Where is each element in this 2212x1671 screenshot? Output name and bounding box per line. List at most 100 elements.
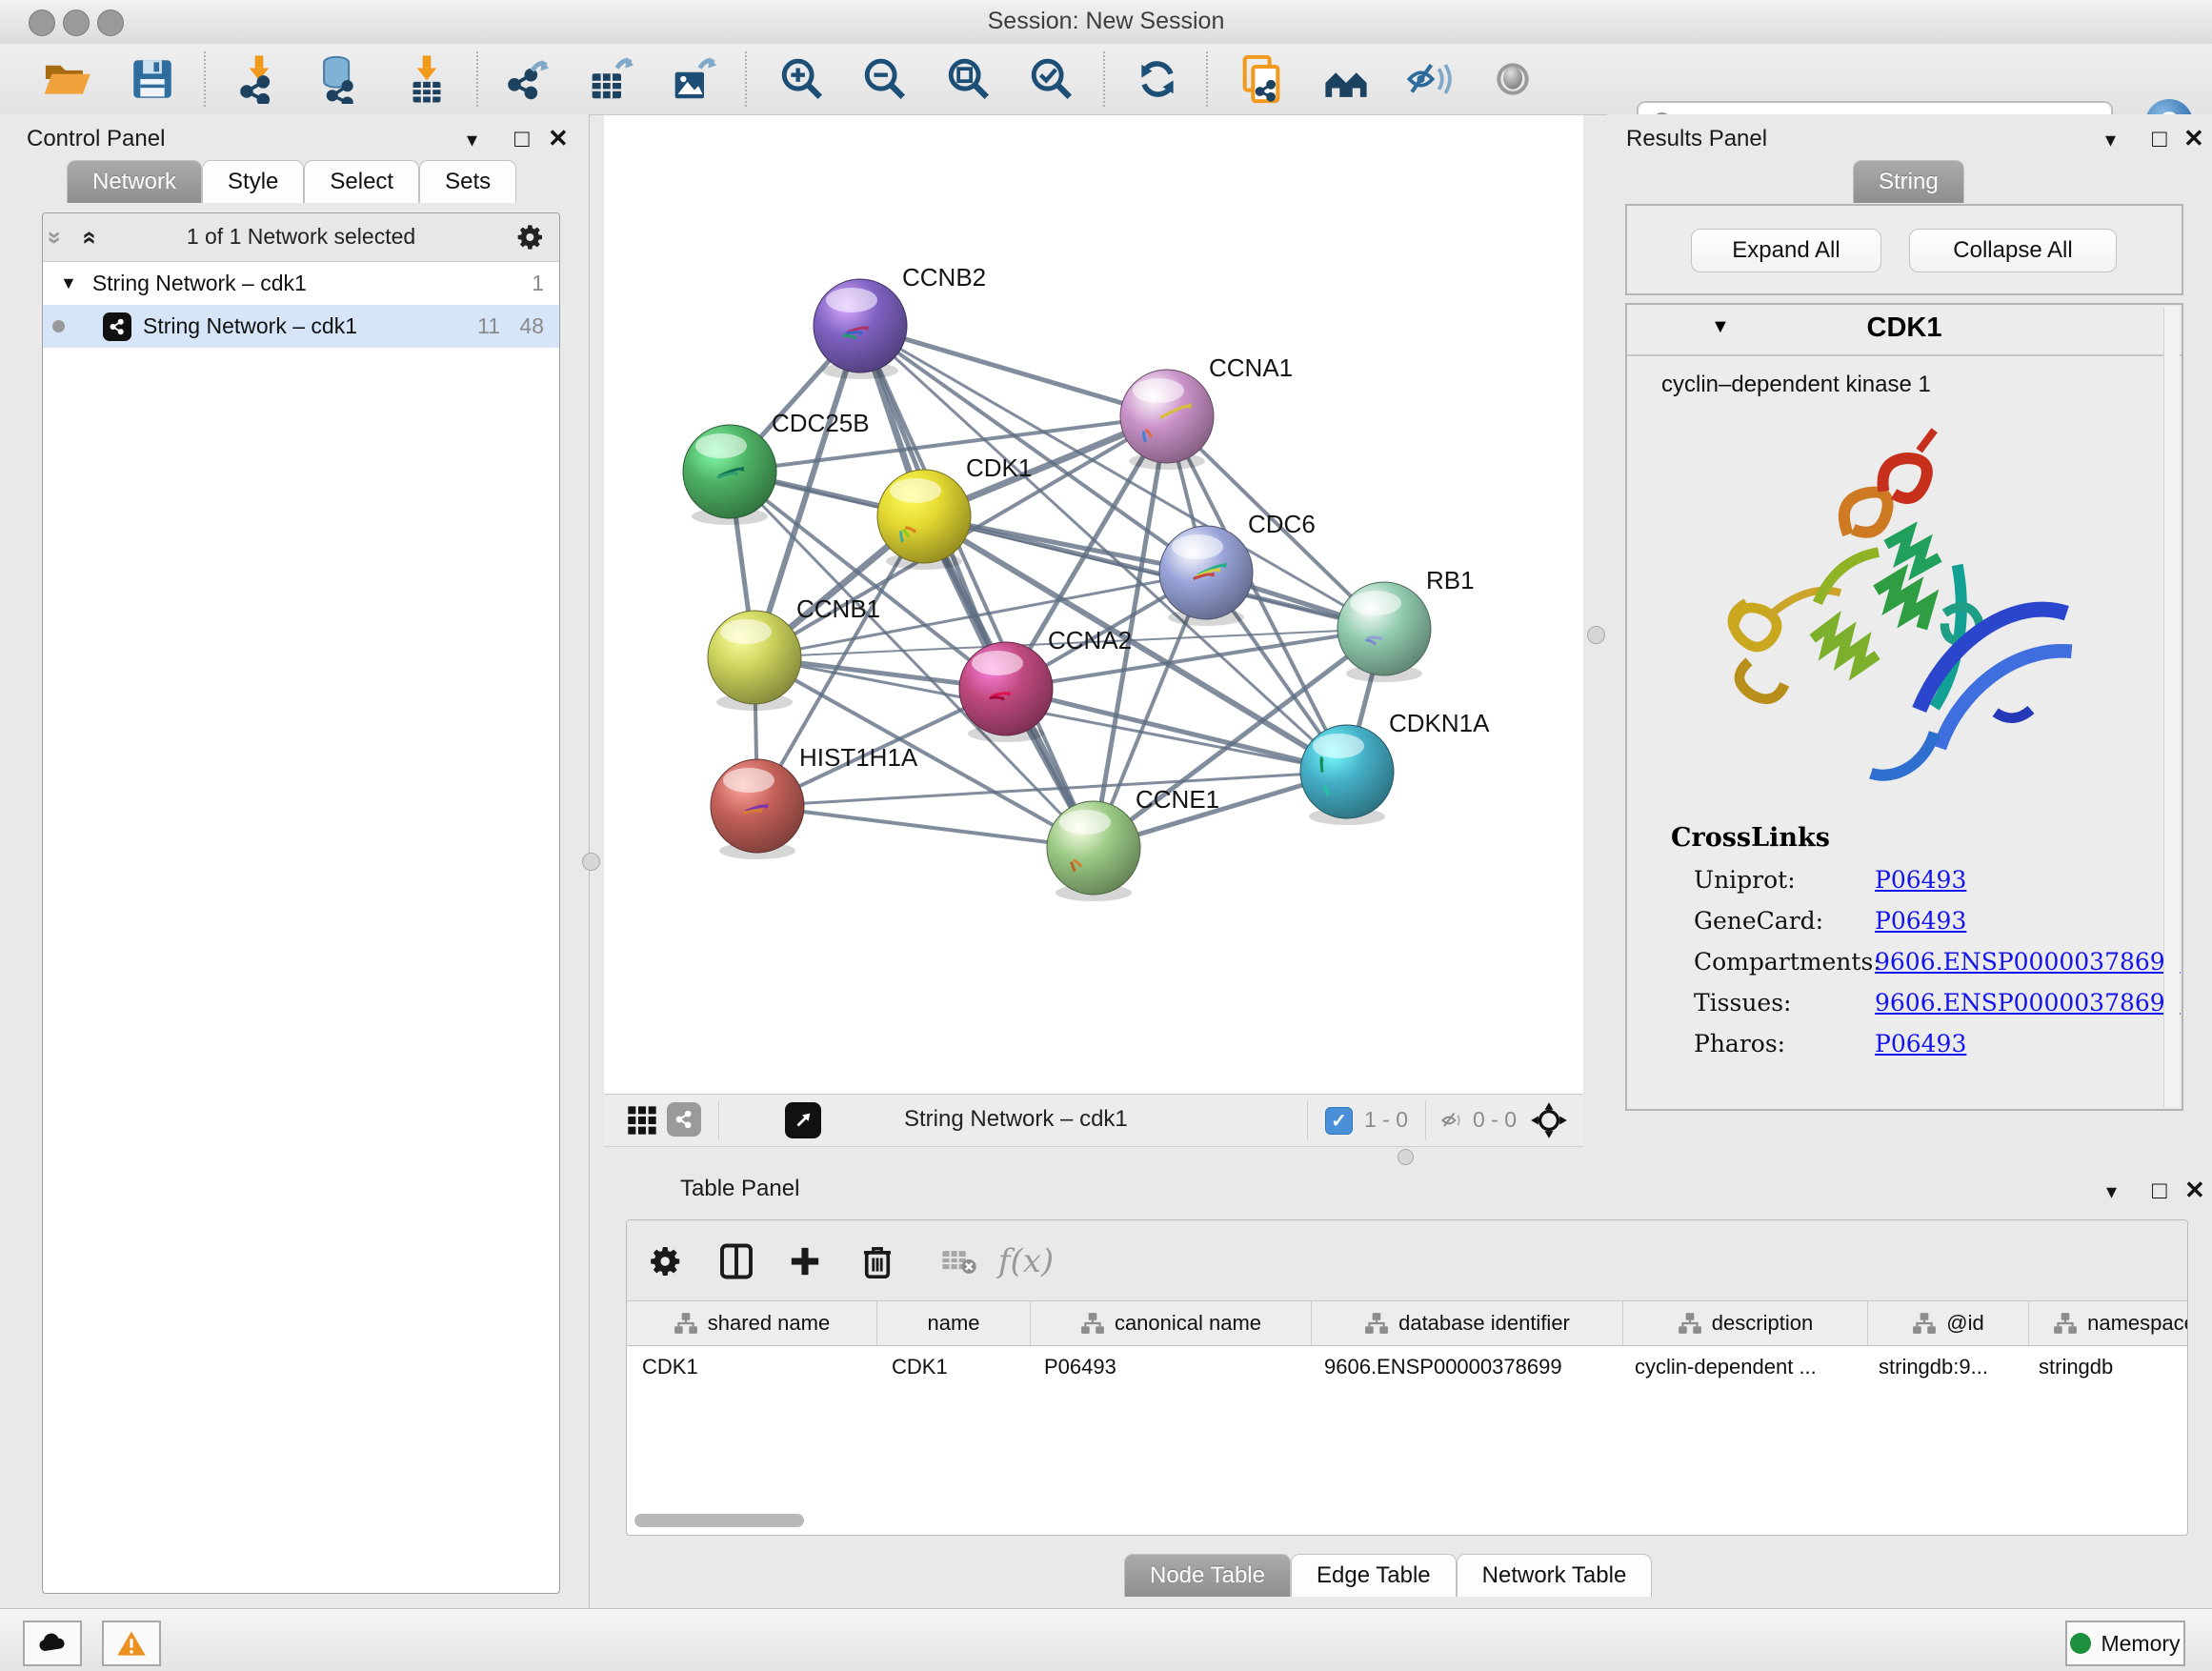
import-table-file-button[interactable] xyxy=(400,52,453,106)
create-column-plus-icon[interactable] xyxy=(779,1236,831,1287)
column-header-namespace[interactable]: namespace xyxy=(2029,1301,2188,1345)
fit-content-crosshair-icon[interactable] xyxy=(1530,1101,1568,1139)
column-header-description[interactable]: description xyxy=(1623,1301,1868,1345)
network-node-RB1[interactable]: RB1 xyxy=(1337,566,1475,682)
table-cell[interactable]: stringdb:9... xyxy=(1863,1346,2023,1388)
string-home-button[interactable] xyxy=(1319,52,1373,106)
network-node-CDK1[interactable]: CDK1 xyxy=(877,453,1032,570)
network-from-clipboard-button[interactable] xyxy=(1235,52,1288,106)
refresh-button[interactable] xyxy=(1131,52,1184,106)
table-cell[interactable]: cyclin-dependent ... xyxy=(1619,1346,1863,1388)
export-network-icon xyxy=(502,54,552,104)
network-node-HIST1H1A[interactable]: HIST1H1A xyxy=(711,743,918,859)
export-image-button[interactable] xyxy=(665,52,718,106)
network-view-share-icon[interactable] xyxy=(667,1102,701,1137)
network-collection-row[interactable]: ▼ String Network – cdk1 1 xyxy=(43,262,559,305)
float-panel-icon[interactable]: ▾ xyxy=(467,130,477,151)
network-canvas[interactable]: CCNB2CCNA1CDC25BCDK1CDC6RB1CCNB1CCNA2CDK… xyxy=(604,114,1583,1095)
import-network-database-button[interactable] xyxy=(312,52,366,106)
import-network-file-button[interactable] xyxy=(232,52,286,106)
column-header-database-identifier[interactable]: database identifier xyxy=(1312,1301,1623,1345)
right-splitter-handle[interactable] xyxy=(1587,626,1605,644)
column-header-name[interactable]: name xyxy=(877,1301,1031,1345)
delete-table-icon[interactable] xyxy=(934,1236,985,1287)
maximize-panel-icon[interactable]: □ xyxy=(2152,1178,2167,1202)
maximize-panel-icon[interactable]: □ xyxy=(2152,126,2167,151)
network-node-CDKN1A[interactable]: CDKN1A xyxy=(1300,709,1490,825)
table-cell[interactable]: stringdb xyxy=(2023,1346,2188,1388)
import-database-icon xyxy=(314,54,364,104)
tab-sets[interactable]: Sets xyxy=(419,160,516,203)
left-splitter-handle[interactable] xyxy=(582,853,600,871)
network-node-CCNA1[interactable]: CCNA1 xyxy=(1120,353,1293,470)
tab-network[interactable]: Network xyxy=(67,160,202,203)
open-session-button[interactable] xyxy=(40,52,93,106)
gene-header-row[interactable]: ▼ CDK1 xyxy=(1627,305,2182,356)
tab-network-table[interactable]: Network Table xyxy=(1457,1554,1653,1597)
tree-expand-icon[interactable]: ▼ xyxy=(60,273,77,293)
network-type-icon xyxy=(103,312,131,341)
table-cell[interactable]: P06493 xyxy=(1029,1346,1309,1388)
table-cell[interactable]: CDK1 xyxy=(876,1346,1029,1388)
birds-eye-view-icon[interactable] xyxy=(785,1102,821,1138)
uniprot-link[interactable]: P06493 xyxy=(1875,866,1966,894)
delete-column-trash-icon[interactable] xyxy=(852,1236,903,1287)
toggle-view-button[interactable] xyxy=(1486,52,1539,106)
network-options-gear-icon[interactable] xyxy=(515,222,546,252)
column-header-shared-name[interactable]: shared name xyxy=(627,1301,877,1345)
memory-button[interactable]: Memory xyxy=(2065,1621,2185,1666)
save-session-button[interactable] xyxy=(126,52,179,106)
show-columns-icon[interactable] xyxy=(711,1236,762,1287)
table-cell[interactable]: CDK1 xyxy=(627,1346,876,1388)
string-network-graph: CCNB2CCNA1CDC25BCDK1CDC6RB1CCNB1CCNA2CDK… xyxy=(604,115,1583,1095)
export-network-button[interactable] xyxy=(500,52,553,106)
zoom-out-button[interactable] xyxy=(858,52,912,106)
selected-checkbox-icon[interactable]: ✓ xyxy=(1325,1107,1353,1135)
table-cell[interactable]: 9606.ENSP00000378699 xyxy=(1309,1346,1619,1388)
expand-all-button[interactable]: Expand All xyxy=(1691,229,1881,272)
function-builder-button[interactable]: f(x) xyxy=(1000,1236,1052,1287)
node-table-box: f(x) shared namenamecanonical namedataba… xyxy=(626,1219,2188,1536)
svg-text:HIST1H1A: HIST1H1A xyxy=(799,743,918,772)
column-header-canonical-name[interactable]: canonical name xyxy=(1031,1301,1312,1345)
close-panel-icon[interactable]: ✕ xyxy=(2184,1178,2205,1202)
column-type-icon xyxy=(674,1312,698,1335)
export-table-button[interactable] xyxy=(582,52,635,106)
table-row[interactable]: CDK1CDK1P064939606.ENSP00000378699cyclin… xyxy=(627,1346,2187,1388)
collapse-all-button[interactable]: Collapse All xyxy=(1909,229,2117,272)
genecard-link[interactable]: P06493 xyxy=(1875,907,1966,935)
zoom-in-button[interactable] xyxy=(775,52,829,106)
float-panel-icon[interactable]: ▾ xyxy=(2105,130,2116,151)
grid-view-icon[interactable] xyxy=(627,1105,657,1136)
pharos-link[interactable]: P06493 xyxy=(1875,1030,1966,1057)
float-panel-icon[interactable]: ▾ xyxy=(2106,1181,2117,1202)
compartments-link[interactable]: 9606.ENSP00000378699 xyxy=(1875,948,2181,976)
tab-edge-table[interactable]: Edge Table xyxy=(1291,1554,1457,1597)
toolbar-separator xyxy=(1307,1100,1308,1140)
close-panel-icon[interactable]: ✕ xyxy=(548,126,569,151)
title-bar: Session: New Session xyxy=(0,0,2212,45)
cloud-status-button[interactable] xyxy=(23,1621,82,1666)
tab-node-table[interactable]: Node Table xyxy=(1124,1554,1291,1597)
zoom-fit-button[interactable] xyxy=(942,52,995,106)
tab-string[interactable]: String xyxy=(1853,160,1964,203)
close-panel-icon[interactable]: ✕ xyxy=(2183,126,2204,151)
collection-label: String Network – cdk1 xyxy=(92,271,307,296)
hide-unhide-button[interactable] xyxy=(1403,52,1457,106)
bottom-splitter-handle[interactable] xyxy=(1398,1149,1414,1165)
zoom-selected-button[interactable] xyxy=(1025,52,1078,106)
tab-style[interactable]: Style xyxy=(202,160,304,203)
table-options-gear-icon[interactable] xyxy=(640,1236,692,1287)
hidden-eye-icon[interactable] xyxy=(1438,1107,1467,1134)
results-scrollbar[interactable] xyxy=(2163,307,2180,1107)
warnings-button[interactable] xyxy=(102,1621,161,1666)
tissues-link[interactable]: 9606.ENSP00000378699 xyxy=(1875,989,2181,1017)
selected-counts: 1 - 0 xyxy=(1364,1107,1408,1133)
status-bar: Memory xyxy=(0,1608,2212,1671)
tab-select[interactable]: Select xyxy=(304,160,419,203)
column-header--id[interactable]: @id xyxy=(1868,1301,2029,1345)
control-panel-tabs: NetworkStyleSelectSets xyxy=(67,160,516,203)
maximize-panel-icon[interactable]: □ xyxy=(514,126,530,151)
network-row-selected[interactable]: String Network – cdk1 11 48 xyxy=(43,305,559,348)
table-hscrollbar[interactable] xyxy=(634,1514,804,1527)
